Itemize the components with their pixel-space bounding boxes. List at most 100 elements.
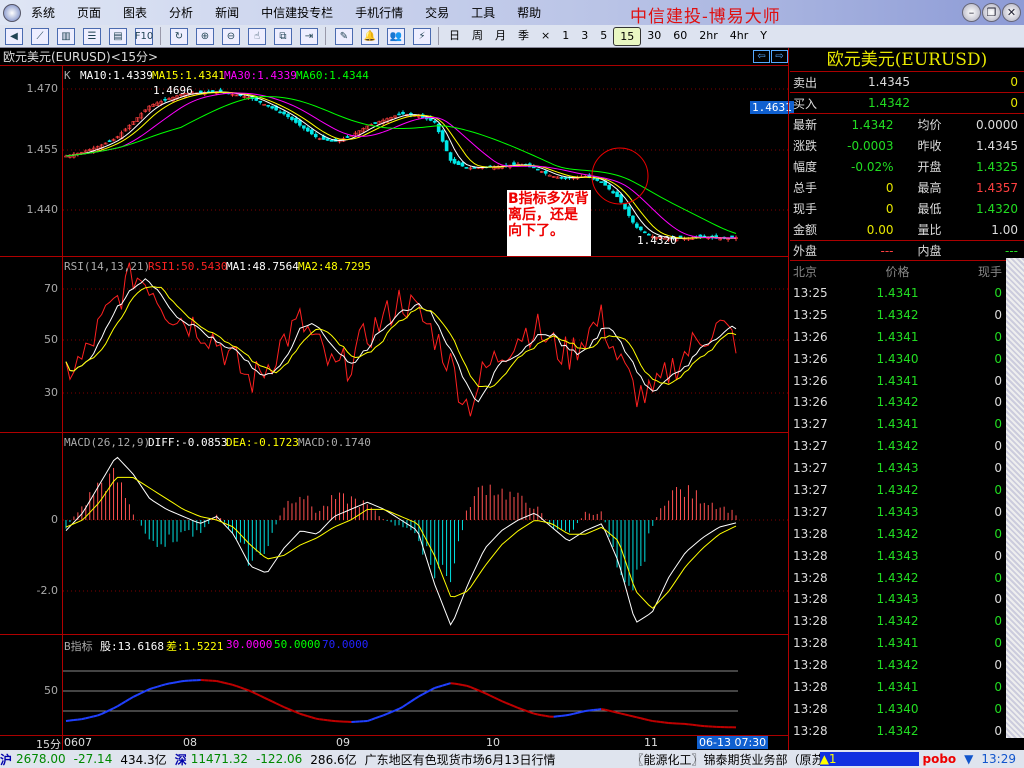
tick-time: 13:28: [793, 636, 828, 651]
select-icon[interactable]: ☝: [248, 27, 266, 45]
tick-time: 13:28: [793, 679, 828, 694]
stat-label: 最高: [917, 181, 942, 195]
candle-body: [325, 138, 330, 141]
period-1[interactable]: 1: [556, 27, 575, 46]
alarm-icon[interactable]: 🔔: [361, 27, 379, 45]
period-60[interactable]: 60: [667, 27, 693, 46]
period-2hr[interactable]: 2hr: [693, 27, 724, 46]
news-ticker-1[interactable]: 广东地区有色现货市场6月13日行情: [365, 751, 624, 768]
b-70-label: 70.0000: [322, 638, 369, 651]
window-icon[interactable]: ⧉: [274, 27, 292, 45]
stat-label: 昨收: [917, 139, 942, 153]
menu-mobile[interactable]: 手机行情: [355, 4, 403, 21]
sz-amount: 286.6亿: [310, 752, 357, 767]
annotation-note[interactable]: B指标多次背离后，还是向下了。: [507, 190, 591, 256]
menu-column[interactable]: 中信建投专栏: [261, 4, 333, 21]
b-line-segment: [497, 698, 503, 703]
line-chart-icon[interactable]: ⟋: [31, 27, 49, 45]
candle-body: [627, 206, 631, 216]
period-30[interactable]: 30: [641, 27, 667, 46]
b-line-segment: [529, 711, 535, 715]
alert-indicator[interactable]: ▲1: [819, 752, 919, 766]
period-month[interactable]: 月: [489, 27, 512, 46]
menu-system[interactable]: 系统: [31, 4, 55, 21]
period-quarter[interactable]: 季: [512, 27, 535, 46]
next-button[interactable]: ⇨: [771, 50, 788, 63]
tick-price: 1.4340: [876, 351, 919, 366]
menu-trade[interactable]: 交易: [425, 4, 449, 21]
menu-help[interactable]: 帮助: [517, 4, 541, 21]
price-tick: 1.470: [26, 82, 59, 95]
candle-body: [198, 90, 203, 93]
stat-label: 均价: [917, 118, 942, 132]
list-icon[interactable]: ☰: [83, 27, 101, 45]
zoom-in-icon[interactable]: ⊕: [196, 27, 214, 45]
period-×[interactable]: ×: [535, 27, 556, 46]
candle-body: [107, 140, 112, 142]
period-Y[interactable]: Y: [754, 27, 773, 46]
stat-value: 1.4342: [851, 117, 894, 132]
b-line-segment: [489, 694, 495, 699]
buy-volume: 0: [1010, 96, 1018, 110]
kline-icon[interactable]: ▥: [57, 27, 75, 45]
candle-body: [611, 191, 615, 194]
f10-icon[interactable]: F10: [135, 27, 153, 45]
tick-price: 1.4342: [876, 723, 919, 738]
b-line-segment: [608, 709, 614, 713]
minimize-button[interactable]: –: [962, 3, 981, 22]
menu-page[interactable]: 页面: [77, 4, 101, 21]
tick-row: 13:26 1.4341 0: [790, 370, 1024, 392]
tick-price: 1.4343: [876, 504, 919, 519]
chart-title: 欧元美元(EURUSD)<15分>: [0, 48, 788, 66]
tick-row: 13:27 1.4342 0: [790, 435, 1024, 457]
macd-tick: 0: [51, 513, 58, 526]
back-icon[interactable]: ◀: [5, 27, 23, 45]
zoom-out-icon[interactable]: ⊖: [222, 27, 240, 45]
macd-tick: -2.0: [36, 584, 58, 597]
candle-body: [313, 133, 318, 138]
menu-tools[interactable]: 工具: [471, 4, 495, 21]
menu-chart[interactable]: 图表: [123, 4, 147, 21]
prev-button[interactable]: ⇦: [753, 50, 770, 63]
tick-price: 1.4342: [876, 526, 919, 541]
sh-amount: 434.3亿: [120, 752, 167, 767]
dea-line: [65, 476, 737, 609]
users-icon[interactable]: 👥: [387, 27, 405, 45]
candle-body: [535, 168, 540, 171]
news-ticker-2[interactable]: 〖能源化工〗锦泰期货业务部（原苏物期货: [631, 751, 819, 768]
b-line-segment: [315, 717, 320, 721]
period-15[interactable]: 15: [613, 26, 642, 46]
close-button[interactable]: ✕: [1002, 3, 1021, 22]
buy-label: 买入: [793, 96, 818, 111]
menu-analysis[interactable]: 分析: [169, 4, 193, 21]
restore-button[interactable]: ❐: [982, 3, 1001, 22]
period-week[interactable]: 周: [466, 27, 489, 46]
stat-value: 0.0000: [976, 117, 1018, 132]
b-line-segment: [501, 700, 507, 704]
period-3[interactable]: 3: [575, 27, 594, 46]
b-line-segment: [604, 708, 610, 712]
tick-row: 13:26 1.4341 0: [790, 326, 1024, 348]
candle-body: [278, 111, 282, 114]
export-icon[interactable]: ⇥: [300, 27, 318, 45]
price-tick: 1.440: [26, 203, 59, 216]
period-day[interactable]: 日: [443, 27, 466, 46]
tick-row: 13:27 1.4341 0: [790, 413, 1024, 435]
period-5[interactable]: 5: [594, 27, 613, 46]
period-4hr[interactable]: 4hr: [724, 27, 755, 46]
tick-scrollbar[interactable]: [1006, 258, 1024, 738]
b-line-segment: [168, 681, 174, 685]
menu-news[interactable]: 新闻: [215, 4, 239, 21]
macd-name: MACD(26,12,9): [64, 436, 151, 449]
app-logo-icon[interactable]: [3, 3, 21, 22]
candle-body: [432, 120, 437, 123]
report-icon[interactable]: ▤: [109, 27, 127, 45]
b-line-segment: [648, 719, 653, 723]
b-line-segment: [386, 711, 392, 715]
candle-body: [623, 203, 627, 210]
draw-icon[interactable]: ✎: [335, 27, 353, 45]
stat-row: 现手 0 最低 1.4320: [790, 198, 1024, 219]
flash-icon[interactable]: ⚡: [413, 27, 431, 45]
refresh-icon[interactable]: ↻: [170, 27, 188, 45]
stat-label: 涨跌: [793, 139, 818, 153]
